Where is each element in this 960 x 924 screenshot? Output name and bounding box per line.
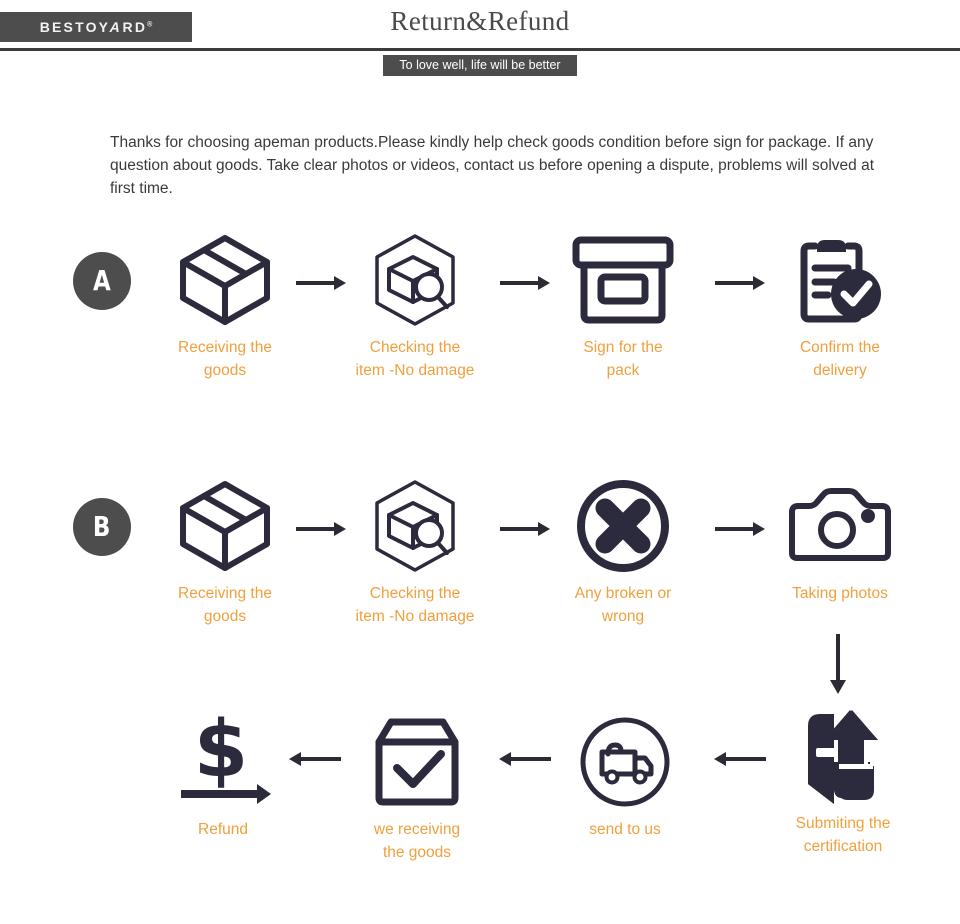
flow-badge-b-label: B bbox=[93, 510, 111, 543]
step-a-3-line2: pack bbox=[606, 362, 640, 379]
step-r-2-caption: we receiving the goods bbox=[322, 818, 512, 864]
step-b-4: Taking photos bbox=[745, 476, 935, 605]
flow-badge-a: A bbox=[73, 252, 131, 310]
flow-badge-a-label: A bbox=[93, 264, 111, 297]
step-r-4-line2: certification bbox=[803, 838, 883, 855]
step-r-4: Submiting the certification bbox=[748, 706, 938, 858]
step-a-4-line2: delivery bbox=[813, 362, 867, 379]
box-icon bbox=[130, 476, 320, 576]
upload-doc-icon bbox=[748, 706, 938, 806]
step-a-1: Receiving the goods bbox=[130, 230, 320, 382]
step-a-2-caption: Checking the item -No damage bbox=[320, 336, 510, 382]
step-r-1-caption: Refund bbox=[128, 818, 318, 841]
tagline-text: To love well, life will be better bbox=[383, 55, 577, 76]
step-r-2-line2: the goods bbox=[382, 844, 452, 861]
step-b-3-line2: wrong bbox=[601, 608, 645, 625]
flow-badge-b: B bbox=[73, 498, 131, 556]
page-header: BESTOYARD® Return&Refund bbox=[0, 0, 960, 48]
camera-icon bbox=[745, 476, 935, 576]
tagline-bar: To love well, life will be better bbox=[0, 55, 960, 76]
step-a-3-line1: Sign for the bbox=[583, 339, 663, 356]
step-a-2: Checking the item -No damage bbox=[320, 230, 510, 382]
step-a-4: Confirm the delivery bbox=[745, 230, 935, 382]
page-title: Return&Refund bbox=[390, 6, 570, 36]
intro-paragraph: Thanks for choosing apeman products.Plea… bbox=[110, 134, 874, 197]
step-a-1-line1: Receiving the bbox=[178, 339, 272, 356]
step-a-3-caption: Sign for the pack bbox=[528, 336, 718, 382]
box-icon bbox=[130, 230, 320, 330]
step-r-3: send to us bbox=[530, 712, 720, 841]
inspect-box-icon bbox=[320, 476, 510, 576]
step-r-2: we receiving the goods bbox=[322, 712, 512, 864]
step-b-1-caption: Receiving the goods bbox=[130, 582, 320, 628]
step-b-1: Receiving the goods bbox=[130, 476, 320, 628]
step-r-2-line1: we receiving bbox=[373, 821, 461, 838]
circle-x-icon bbox=[528, 476, 718, 576]
svg-text:$: $ bbox=[194, 714, 248, 795]
step-a-2-line2: item -No damage bbox=[355, 362, 475, 379]
step-r-4-caption: Submiting the certification bbox=[748, 812, 938, 858]
step-a-1-line2: goods bbox=[203, 362, 247, 379]
step-r-1-line1: Refund bbox=[198, 821, 248, 838]
step-r-3-line1: send to us bbox=[589, 821, 661, 838]
step-b-2: Checking the item -No damage bbox=[320, 476, 510, 628]
step-r-3-caption: send to us bbox=[530, 818, 720, 841]
step-r-4-line1: Submiting the bbox=[795, 815, 891, 832]
arrow-down-icon bbox=[826, 634, 850, 701]
step-b-4-line1: Taking photos bbox=[792, 585, 888, 602]
step-b-1-line2: goods bbox=[203, 608, 247, 625]
step-b-1-line1: Receiving the bbox=[178, 585, 272, 602]
header-divider bbox=[0, 48, 960, 51]
step-a-4-caption: Confirm the delivery bbox=[745, 336, 935, 382]
clipboard-check-icon bbox=[745, 230, 935, 330]
step-b-2-line2: item -No damage bbox=[355, 608, 475, 625]
step-a-4-line1: Confirm the bbox=[799, 339, 881, 356]
step-b-4-caption: Taking photos bbox=[745, 582, 935, 605]
step-b-3: Any broken or wrong bbox=[528, 476, 718, 628]
step-b-2-caption: Checking the item -No damage bbox=[320, 582, 510, 628]
step-a-2-line1: Checking the bbox=[369, 339, 461, 356]
step-b-3-caption: Any broken or wrong bbox=[528, 582, 718, 628]
step-r-1: $ Refund bbox=[128, 712, 318, 841]
sign-pack-icon bbox=[528, 230, 718, 330]
step-a-3: Sign for the pack bbox=[528, 230, 718, 382]
step-b-2-line1: Checking the bbox=[369, 585, 461, 602]
step-a-1-caption: Receiving the goods bbox=[130, 336, 320, 382]
inspect-box-icon bbox=[320, 230, 510, 330]
step-b-3-line1: Any broken or bbox=[574, 585, 672, 602]
box-check-icon bbox=[322, 712, 512, 812]
truck-circle-icon bbox=[530, 712, 720, 812]
